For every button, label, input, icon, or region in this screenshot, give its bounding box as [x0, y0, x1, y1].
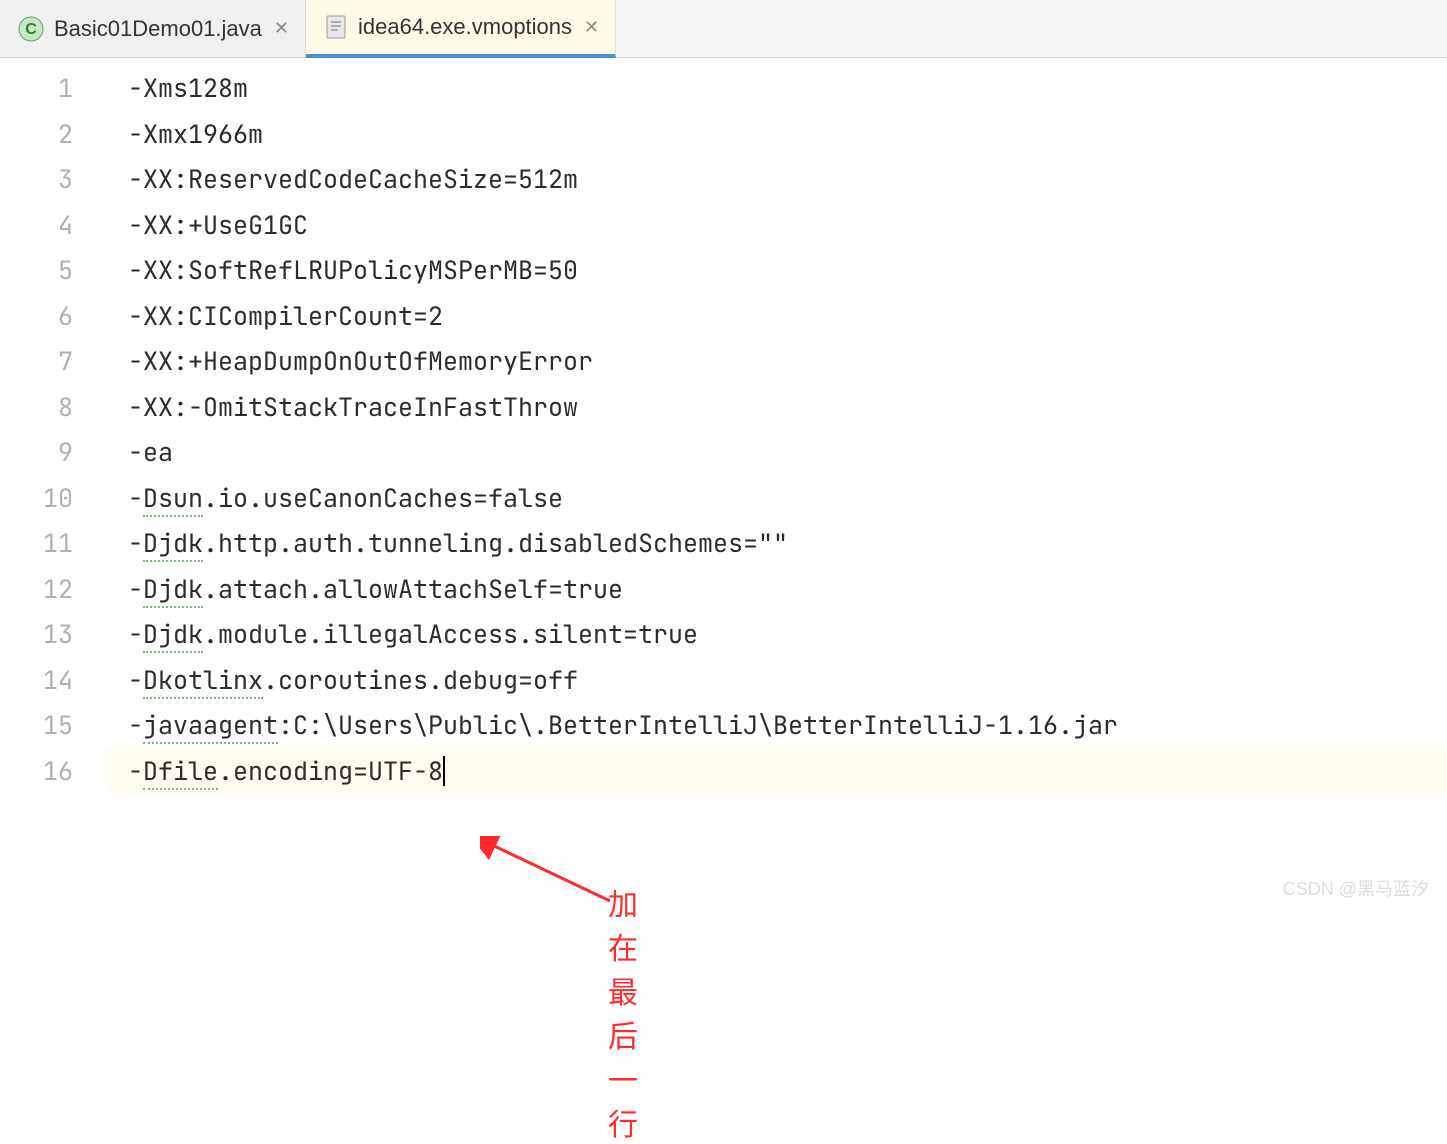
watermark-text: CSDN @黑马蓝汐 [1283, 875, 1429, 901]
line-number: 12 [0, 567, 107, 613]
code-content[interactable]: -Xms128m-Xmx1966m-XX:ReservedCodeCacheSi… [108, 58, 1447, 931]
code-line[interactable]: -Djdk.attach.allowAttachSelf=true [128, 567, 1447, 613]
code-line[interactable]: -XX:CICompilerCount=2 [128, 294, 1447, 340]
code-line[interactable]: -XX:+UseG1GC [128, 203, 1447, 249]
code-line[interactable]: -Xms128m [128, 66, 1447, 112]
text-caret [443, 756, 445, 786]
file-icon [324, 14, 348, 40]
code-line[interactable]: -XX:SoftRefLRUPolicyMSPerMB=50 [128, 248, 1447, 294]
tab-label: idea64.exe.vmoptions [358, 14, 572, 40]
line-number: 6 [0, 294, 107, 340]
tab-vmoptions[interactable]: idea64.exe.vmoptions ✕ [306, 0, 616, 58]
line-number: 1 [0, 66, 107, 112]
code-line[interactable]: -XX:-OmitStackTraceInFastThrow [128, 385, 1447, 431]
line-number: 16 [0, 749, 107, 795]
editor-area: 12345678910111213141516 -Xms128m-Xmx1966… [0, 58, 1447, 931]
code-line[interactable]: -XX:+HeapDumpOnOutOfMemoryError [128, 339, 1447, 385]
line-number: 9 [0, 430, 107, 476]
line-number: 10 [0, 476, 107, 522]
class-icon: C [18, 16, 44, 42]
line-number: 3 [0, 157, 107, 203]
line-number: 11 [0, 521, 107, 567]
code-line[interactable]: -Dfile.encoding=UTF-8 [108, 749, 1447, 795]
tab-basic01demo01[interactable]: C Basic01Demo01.java ✕ [0, 0, 306, 57]
line-number: 15 [0, 703, 107, 749]
close-icon[interactable]: ✕ [272, 18, 291, 39]
tab-label: Basic01Demo01.java [54, 16, 262, 42]
line-number: 7 [0, 339, 107, 385]
close-icon[interactable]: ✕ [582, 17, 601, 38]
svg-text:C: C [25, 21, 37, 38]
line-number: 14 [0, 658, 107, 704]
editor-tabs: C Basic01Demo01.java ✕ idea64.exe.vmopti… [0, 0, 1447, 58]
line-number: 13 [0, 612, 107, 658]
code-line[interactable]: -Xmx1966m [128, 112, 1447, 158]
line-number: 4 [0, 203, 107, 249]
code-line[interactable]: -Dsun.io.useCanonCaches=false [128, 476, 1447, 522]
line-number: 5 [0, 248, 107, 294]
code-line[interactable]: -XX:ReservedCodeCacheSize=512m [128, 157, 1447, 203]
code-line[interactable]: -Djdk.http.auth.tunneling.disabledScheme… [128, 521, 1447, 567]
code-line[interactable]: -Djdk.module.illegalAccess.silent=true [128, 612, 1447, 658]
code-line[interactable]: -javaagent:C:\Users\Public\.BetterIntell… [128, 703, 1447, 749]
line-number-gutter: 12345678910111213141516 [0, 58, 108, 931]
code-line[interactable]: -ea [128, 430, 1447, 476]
line-number: 2 [0, 112, 107, 158]
line-number: 8 [0, 385, 107, 431]
code-line[interactable]: -Dkotlinx.coroutines.debug=off [128, 658, 1447, 704]
